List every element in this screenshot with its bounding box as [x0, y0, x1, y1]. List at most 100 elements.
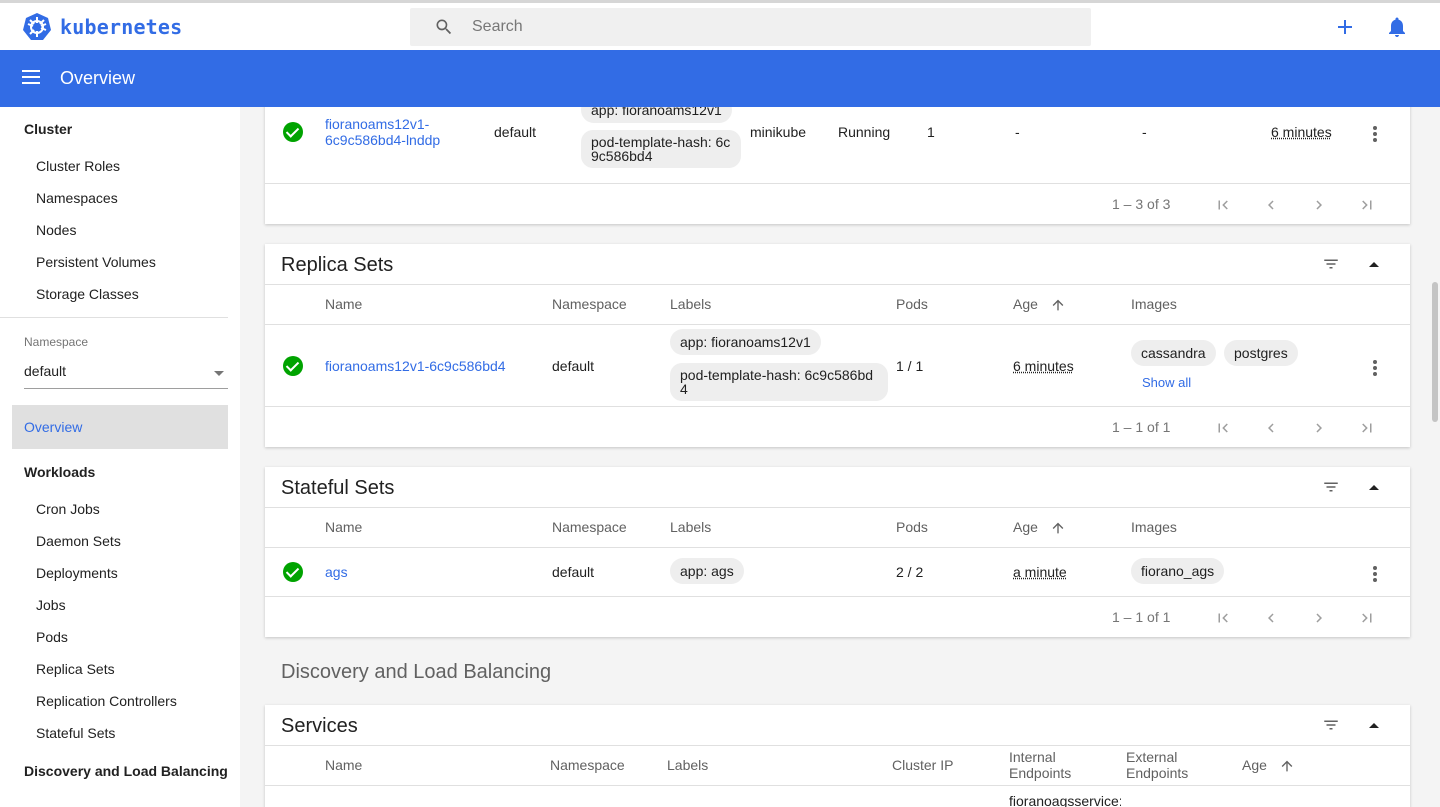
- page-title: Overview: [60, 68, 136, 88]
- column-header-labels: Labels: [667, 757, 709, 773]
- pod-name-line2: 6c9c586bd4-lnddp: [325, 132, 441, 148]
- chip-line2: 4: [680, 381, 688, 397]
- chip-line1: pod-template-hash: 6c9c586bd: [680, 367, 874, 383]
- column-header-pods: Pods: [896, 296, 928, 312]
- collapse-icon[interactable]: [1369, 262, 1379, 267]
- sidebar-item-pods[interactable]: Pods: [36, 629, 68, 645]
- chip-line2: 9c586bd4: [591, 148, 653, 164]
- search-bar[interactable]: [410, 8, 1091, 46]
- row-divider: [265, 596, 1410, 597]
- pod-restarts: 1: [927, 124, 935, 140]
- card-title: Replica Sets: [281, 254, 394, 276]
- previous-page-icon[interactable]: [1262, 196, 1280, 214]
- scrollbar[interactable]: [1430, 107, 1440, 807]
- row-divider: [265, 406, 1410, 407]
- collapse-icon[interactable]: [1369, 723, 1379, 728]
- header-divider: [265, 284, 1410, 285]
- next-page-icon[interactable]: [1310, 419, 1328, 437]
- column-header-name[interactable]: Name: [325, 519, 362, 535]
- column-header-pods: Pods: [896, 519, 928, 535]
- column-header-age[interactable]: Age: [1013, 519, 1038, 535]
- stateful-set-name-link[interactable]: ags: [325, 564, 348, 580]
- column-header-namespace[interactable]: Namespace: [552, 519, 627, 535]
- sidebar-item-nodes[interactable]: Nodes: [36, 222, 76, 238]
- notifications-bell-icon[interactable]: [1385, 15, 1409, 39]
- sidebar-item-storage-classes[interactable]: Storage Classes: [36, 286, 139, 302]
- column-header-images: Images: [1131, 519, 1177, 535]
- show-all-link[interactable]: Show all: [1142, 375, 1191, 390]
- row-menu-icon[interactable]: [1373, 566, 1377, 582]
- namespace-select[interactable]: default: [24, 363, 228, 389]
- sidebar-item-deployments[interactable]: Deployments: [36, 565, 118, 581]
- kubernetes-logo[interactable]: kubernetes: [22, 12, 182, 42]
- sidebar-item-jobs[interactable]: Jobs: [36, 597, 66, 613]
- first-page-icon[interactable]: [1214, 419, 1232, 437]
- filter-icon[interactable]: [1322, 716, 1340, 734]
- sidebar-item-replication-controllers[interactable]: Replication Controllers: [36, 693, 177, 709]
- scrollbar-thumb[interactable]: [1432, 282, 1438, 422]
- last-page-icon[interactable]: [1358, 196, 1376, 214]
- sidebar-heading-discovery[interactable]: Discovery and Load Balancing: [24, 763, 228, 779]
- sidebar-heading-workloads[interactable]: Workloads: [24, 464, 95, 480]
- pod-name-link[interactable]: fioranoams12v1- 6c9c586bd4-lnddp: [325, 116, 440, 148]
- create-plus-icon[interactable]: [1333, 15, 1357, 39]
- label-chip: pod-template-hash: 6c9c586bd 4: [670, 363, 888, 401]
- column-header-name[interactable]: Name: [325, 757, 362, 773]
- sidebar-item-daemon-sets[interactable]: Daemon Sets: [36, 533, 121, 549]
- column-header-age[interactable]: Age: [1013, 296, 1038, 312]
- header-line2: Endpoints: [1009, 765, 1072, 781]
- sidebar-item-namespaces[interactable]: Namespaces: [36, 190, 118, 206]
- row-menu-icon[interactable]: [1373, 360, 1377, 376]
- stateful-set-age: a minute: [1013, 564, 1067, 580]
- column-header-age[interactable]: Age: [1242, 757, 1267, 773]
- sidebar-item-stateful-sets[interactable]: Stateful Sets: [36, 725, 115, 741]
- filter-icon[interactable]: [1322, 255, 1340, 273]
- filter-icon[interactable]: [1322, 478, 1340, 496]
- previous-page-icon[interactable]: [1262, 419, 1280, 437]
- sidebar-item-cluster-roles[interactable]: Cluster Roles: [36, 158, 120, 174]
- first-page-icon[interactable]: [1214, 609, 1232, 627]
- pagination-range: 1 – 3 of 3: [1112, 196, 1171, 212]
- menu-icon[interactable]: [22, 69, 42, 85]
- search-input[interactable]: [472, 18, 1032, 36]
- chip-line1: pod-template-hash: 6c: [591, 134, 731, 150]
- first-page-icon[interactable]: [1214, 196, 1232, 214]
- status-ok-icon: [283, 356, 303, 376]
- brand-name: kubernetes: [60, 15, 183, 39]
- sidebar-item-overview[interactable]: Overview: [12, 405, 228, 449]
- stateful-set-pods: 2 / 2: [896, 564, 924, 580]
- pod-age: 6 minutes: [1271, 124, 1332, 140]
- last-page-icon[interactable]: [1358, 419, 1376, 437]
- collapse-icon[interactable]: [1369, 485, 1379, 490]
- column-header-labels: Labels: [670, 296, 712, 312]
- row-menu-icon[interactable]: [1373, 126, 1377, 142]
- card-title: Stateful Sets: [281, 477, 395, 499]
- image-chip: postgres: [1224, 340, 1298, 366]
- next-page-icon[interactable]: [1310, 609, 1328, 627]
- next-page-icon[interactable]: [1310, 196, 1328, 214]
- sidebar-item-persistent-volumes[interactable]: Persistent Volumes: [36, 254, 156, 270]
- column-header-namespace[interactable]: Namespace: [552, 296, 627, 312]
- sidebar-item-overview-label: Overview: [24, 419, 83, 435]
- stateful-set-namespace: default: [552, 564, 595, 580]
- pods-card: fioranoams12v1- 6c9c586bd4-lnddp default…: [265, 107, 1410, 224]
- previous-page-icon[interactable]: [1262, 609, 1280, 627]
- sidebar-item-replica-sets[interactable]: Replica Sets: [36, 661, 115, 677]
- row-divider: [265, 324, 1410, 325]
- column-header-namespace[interactable]: Namespace: [550, 757, 625, 773]
- pod-status: Running: [838, 124, 891, 140]
- replica-set-name-link[interactable]: fioranoams12v1-6c9c586bd4: [325, 358, 506, 374]
- column-header-external-endpoints: External Endpoints: [1126, 749, 1188, 781]
- column-header-images: Images: [1131, 296, 1177, 312]
- sidebar-item-cron-jobs[interactable]: Cron Jobs: [36, 501, 100, 517]
- sort-ascending-icon[interactable]: [1050, 520, 1066, 536]
- sidebar: Cluster Cluster Roles Namespaces Nodes P…: [0, 107, 240, 807]
- replica-set-age: 6 minutes: [1013, 358, 1074, 374]
- sort-ascending-icon[interactable]: [1050, 297, 1066, 313]
- status-ok-icon: [283, 122, 303, 142]
- column-header-name[interactable]: Name: [325, 296, 362, 312]
- sidebar-heading-cluster[interactable]: Cluster: [24, 121, 72, 137]
- app-bar: Overview: [0, 50, 1440, 107]
- last-page-icon[interactable]: [1358, 609, 1376, 627]
- sort-ascending-icon[interactable]: [1279, 758, 1295, 774]
